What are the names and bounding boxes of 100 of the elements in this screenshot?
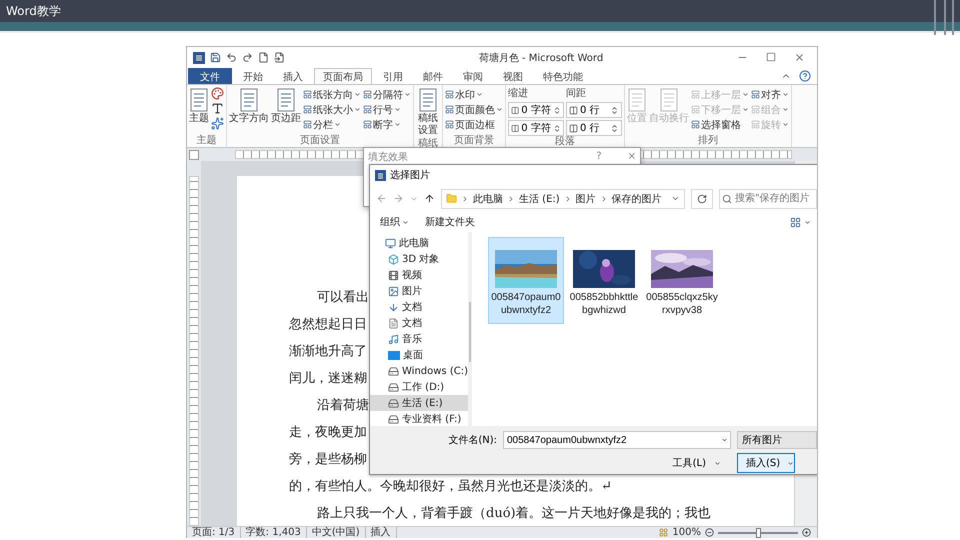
undo-icon[interactable] xyxy=(226,52,237,63)
file-item[interactable]: 005855clqxz5kyrxvpyv38 xyxy=(644,237,720,324)
dropdown-icon[interactable] xyxy=(671,194,680,203)
breadcrumb[interactable]: 保存的图片 xyxy=(612,192,662,206)
layout-icon xyxy=(363,105,372,114)
spin-field[interactable]: 0 字符 xyxy=(508,102,564,118)
spinner-icon xyxy=(610,124,619,132)
ribbon-tab[interactable]: 页面布局 xyxy=(314,68,372,84)
toolbar-button[interactable]: 新建文件夹 xyxy=(425,215,475,229)
file-type-dropdown[interactable]: 所有图片 xyxy=(737,431,817,449)
ribbon-button[interactable]: 页面边框 xyxy=(445,117,503,132)
ribbon-tab[interactable]: 审阅 xyxy=(454,68,492,84)
slider-thumb[interactable] xyxy=(756,528,761,538)
tree-item[interactable]: 3D 对象 xyxy=(370,251,468,267)
palette-icon[interactable] xyxy=(211,87,224,100)
ribbon-button[interactable]: 纸张大小 xyxy=(303,102,361,117)
field-label: 文件名(N): xyxy=(448,434,497,447)
document-text: 的，有些怕人。今晚却很好，虽然月光也还是淡淡的。↵ xyxy=(289,478,612,496)
tree-item[interactable]: 文档 xyxy=(370,299,468,315)
spin-field[interactable]: 0 行 xyxy=(566,120,622,136)
up-icon[interactable] xyxy=(424,193,435,204)
help-icon[interactable] xyxy=(799,70,811,82)
ribbon-tab[interactable]: 视图 xyxy=(494,68,532,84)
status-item: 页面: 1/3 xyxy=(187,527,241,538)
tree-item[interactable]: 生活 (E:) xyxy=(370,395,468,411)
ribbon-button[interactable]: 主题 xyxy=(189,87,209,126)
layout-icon xyxy=(691,120,700,129)
toolbar-button[interactable]: 组织 xyxy=(380,215,409,229)
tree-item[interactable]: 工作 (D:) xyxy=(370,379,468,395)
ribbon-button[interactable]: 稿纸设置 xyxy=(416,87,440,138)
spinner-icon xyxy=(552,106,561,114)
file-tab[interactable]: 文件 xyxy=(188,68,232,84)
ribbon-tab[interactable]: 邮件 xyxy=(414,68,452,84)
window-title: 荷塘月色 - Microsoft Word xyxy=(478,52,604,64)
ribbon-button[interactable]: 纸张方向 xyxy=(303,87,361,102)
search-field[interactable]: 搜索"保存的图片 xyxy=(719,188,817,208)
ribbon-button[interactable]: 行号 xyxy=(363,102,411,117)
refresh-icon xyxy=(697,194,707,204)
spinner-icon xyxy=(552,124,561,132)
tree-item[interactable]: 桌面 xyxy=(370,347,468,363)
maximize-icon[interactable] xyxy=(766,52,776,62)
tree-item[interactable]: 图片 xyxy=(370,283,468,299)
ribbon-button[interactable]: 选择窗格 xyxy=(691,117,749,132)
zoom-out-icon[interactable] xyxy=(705,528,714,537)
layout-icon xyxy=(445,90,454,99)
refresh-button[interactable] xyxy=(691,188,713,208)
tree-item[interactable]: 此电脑 xyxy=(370,235,468,251)
tree-item[interactable]: 音乐 xyxy=(370,331,468,347)
ribbon-tab[interactable]: 引用 xyxy=(374,68,412,84)
breadcrumb[interactable]: 此电脑 xyxy=(473,192,503,206)
ribbon-tab[interactable]: 特色功能 xyxy=(534,68,592,84)
cube-icon xyxy=(388,254,399,264)
film-icon xyxy=(388,270,399,280)
view-icon[interactable] xyxy=(659,528,668,537)
breadcrumb[interactable]: 图片 xyxy=(576,192,596,206)
ribbon-button[interactable]: 页面颜色 xyxy=(445,102,503,117)
status-item: 字数: 1,403 xyxy=(240,527,307,538)
layout-icon xyxy=(303,120,312,129)
insert-button[interactable]: 插入(S) xyxy=(737,453,795,473)
ribbon-button[interactable]: 页边距 xyxy=(271,87,301,126)
title-button[interactable]: ? xyxy=(596,151,602,162)
music-note-icon xyxy=(388,334,399,344)
title-button[interactable]: × xyxy=(628,151,636,162)
ribbon-button[interactable]: 水印 xyxy=(445,87,503,102)
ribbon-button[interactable]: 分栏 xyxy=(303,117,361,132)
ribbon-tab[interactable]: 插入 xyxy=(274,68,312,84)
drive-icon xyxy=(388,366,399,376)
breadcrumb[interactable]: 生活 (E:) xyxy=(519,192,560,206)
image-icon xyxy=(388,286,399,296)
file-item[interactable]: 005852bbhkttlebgwhizwd xyxy=(566,237,642,324)
dialog-title: 选择图片 xyxy=(390,168,430,182)
font-icon[interactable] xyxy=(211,102,224,115)
group-subheading: 间距 xyxy=(566,87,587,100)
tree-item[interactable]: Windows (C:) xyxy=(370,363,468,379)
zoom-in-icon[interactable] xyxy=(802,528,811,537)
ribbon-tab[interactable]: 开始 xyxy=(234,68,272,84)
app-logo-icon xyxy=(193,52,205,64)
view-button[interactable] xyxy=(790,216,811,228)
ribbon-button[interactable]: 分隔符 xyxy=(363,87,411,102)
tree-item[interactable]: 视频 xyxy=(370,267,468,283)
redo-icon[interactable] xyxy=(242,52,253,63)
address-bar[interactable]: 此电脑 生活 (E:) 图片 保存的图片 xyxy=(441,188,685,208)
tree-item[interactable]: 专业资料 (F:) xyxy=(370,411,468,427)
page-icon xyxy=(418,88,438,112)
filename-field[interactable]: 005847opaum0ubwnxtyfz2 xyxy=(503,431,731,449)
spin-field[interactable]: 0 字符 xyxy=(508,120,564,136)
effects-icon[interactable] xyxy=(211,117,224,130)
file-item[interactable]: 005847opaum0ubwnxtyfz2 xyxy=(488,237,564,324)
group-label: 排列 xyxy=(697,135,719,147)
save-icon[interactable] xyxy=(210,52,221,63)
new-document-icon[interactable] xyxy=(258,52,269,63)
document-text: 可以看出 xyxy=(317,289,369,307)
tools-button[interactable]: 工具(L) xyxy=(672,456,721,470)
ribbon-button[interactable]: 对齐 xyxy=(751,87,789,102)
close-icon[interactable] xyxy=(794,52,805,63)
tree-item[interactable]: 文档 xyxy=(370,315,468,331)
ribbon-button[interactable]: 断字 xyxy=(363,117,411,132)
tab-selector[interactable] xyxy=(189,150,199,160)
ribbon-button[interactable]: 文字方向 xyxy=(229,87,269,126)
spin-field[interactable]: 0 行 xyxy=(566,102,622,118)
